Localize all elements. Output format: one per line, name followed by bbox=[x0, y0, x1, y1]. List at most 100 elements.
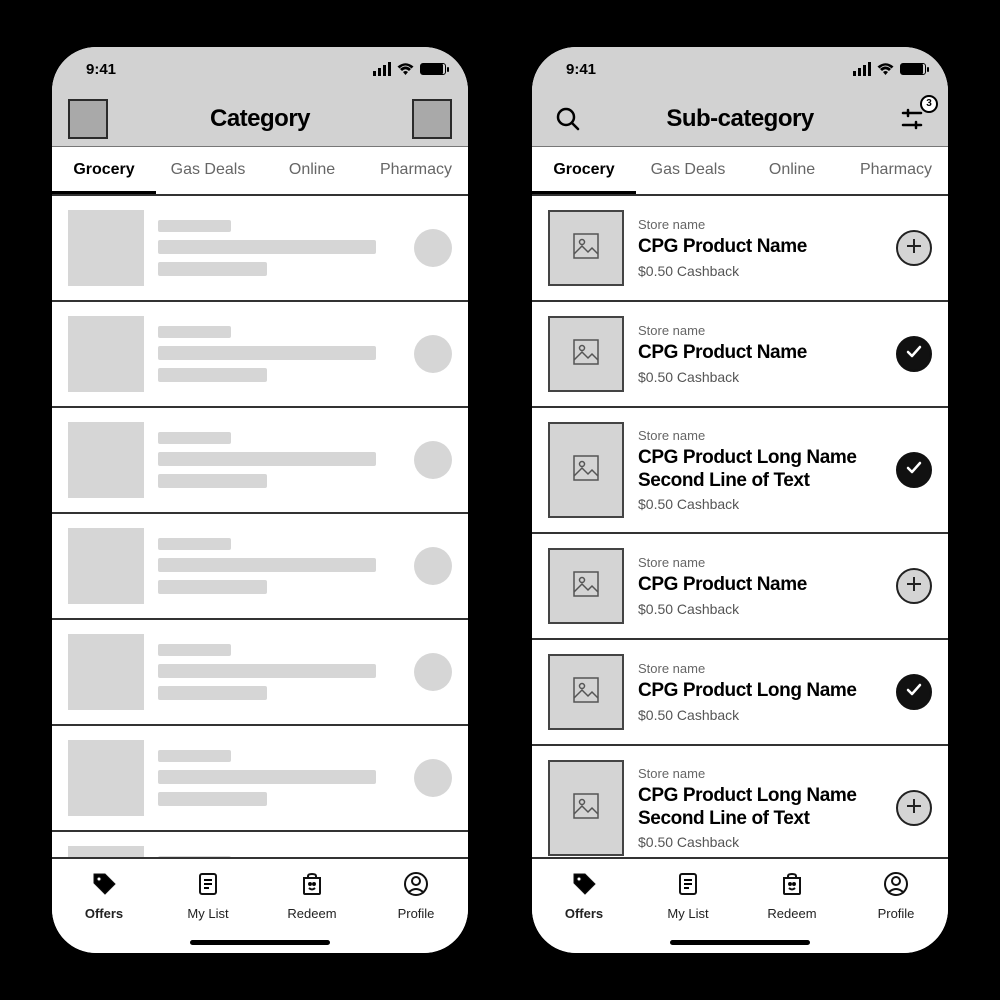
store-name: Store name bbox=[638, 661, 882, 676]
list-item[interactable] bbox=[52, 832, 468, 857]
product-name: CPG Product Long Name Second Line of Tex… bbox=[638, 447, 882, 493]
profile-icon bbox=[403, 871, 429, 900]
cashback-amount: $0.50 Cashback bbox=[638, 601, 882, 617]
plus-icon bbox=[905, 235, 923, 261]
phone-subcategory: 9:41 Sub-category 3 GroceryGas DealsOnli… bbox=[520, 35, 960, 965]
action-placeholder bbox=[414, 441, 452, 479]
list-item[interactable] bbox=[52, 726, 468, 832]
nav-right-placeholder[interactable] bbox=[412, 99, 452, 139]
plus-icon bbox=[905, 795, 923, 821]
bottom-nav-my-list[interactable]: My List bbox=[156, 859, 260, 953]
add-button[interactable] bbox=[896, 230, 932, 266]
filter-button[interactable]: 3 bbox=[892, 99, 932, 139]
status-bar: 9:41 bbox=[532, 47, 948, 91]
product-row[interactable]: Store nameCPG Product Long Name Second L… bbox=[532, 746, 948, 857]
mylist-icon bbox=[195, 871, 221, 900]
image-icon bbox=[572, 570, 600, 603]
cashback-amount: $0.50 Cashback bbox=[638, 834, 882, 850]
action-placeholder bbox=[414, 229, 452, 267]
add-button[interactable] bbox=[896, 790, 932, 826]
added-button[interactable] bbox=[896, 674, 932, 710]
action-placeholder bbox=[414, 653, 452, 691]
bottom-nav-label: Offers bbox=[85, 906, 123, 921]
plus-icon bbox=[905, 573, 923, 599]
image-icon bbox=[572, 338, 600, 371]
skeleton-list[interactable] bbox=[52, 196, 468, 857]
text-placeholder bbox=[158, 220, 400, 276]
product-info: Store nameCPG Product Name$0.50 Cashback bbox=[638, 323, 882, 385]
list-item[interactable] bbox=[52, 302, 468, 408]
battery-icon bbox=[900, 63, 926, 75]
status-bar: 9:41 bbox=[52, 47, 468, 91]
thumbnail-placeholder bbox=[68, 740, 144, 816]
bottom-nav-label: Redeem bbox=[767, 906, 816, 921]
bottom-nav-profile[interactable]: Profile bbox=[844, 859, 948, 953]
bottom-nav-label: Profile bbox=[878, 906, 915, 921]
product-image bbox=[548, 654, 624, 730]
product-name: CPG Product Name bbox=[638, 236, 882, 259]
bottom-nav-redeem[interactable]: Redeem bbox=[740, 859, 844, 953]
product-info: Store name CPG Product Long Name Second L… bbox=[638, 428, 882, 513]
tab-gas-deals[interactable]: Gas Deals bbox=[636, 147, 740, 194]
tab-pharmacy[interactable]: Pharmacy bbox=[364, 147, 468, 194]
product-row[interactable]: Store nameCPG Product Long Name$0.50 Cas… bbox=[532, 640, 948, 746]
tab-grocery[interactable]: Grocery bbox=[532, 147, 636, 194]
tab-grocery[interactable]: Grocery bbox=[52, 147, 156, 194]
text-placeholder bbox=[158, 644, 400, 700]
image-icon bbox=[572, 676, 600, 709]
store-name: Store name bbox=[638, 323, 882, 338]
bottom-nav-profile[interactable]: Profile bbox=[364, 859, 468, 953]
product-info: Store nameCPG Product Name$0.50 Cashback bbox=[638, 555, 882, 617]
list-item[interactable] bbox=[52, 514, 468, 620]
product-info: Store nameCPG Product Long Name Second L… bbox=[638, 766, 882, 851]
bottom-nav-my-list[interactable]: My List bbox=[636, 859, 740, 953]
check-icon bbox=[905, 457, 923, 483]
battery-icon bbox=[420, 63, 446, 75]
product-row[interactable]: Store nameCPG Product Name$0.50 Cashback bbox=[532, 302, 948, 408]
list-item[interactable] bbox=[52, 620, 468, 726]
profile-icon bbox=[883, 871, 909, 900]
added-button[interactable] bbox=[896, 452, 932, 488]
product-image bbox=[548, 422, 624, 518]
product-list[interactable]: Store nameCPG Product Name$0.50 Cashback… bbox=[532, 196, 948, 857]
product-info: Store nameCPG Product Long Name$0.50 Cas… bbox=[638, 661, 882, 723]
status-time: 9:41 bbox=[86, 61, 116, 78]
added-button[interactable] bbox=[896, 336, 932, 372]
product-name: CPG Product Long Name bbox=[638, 680, 882, 703]
wifi-icon bbox=[397, 63, 414, 76]
bottom-nav: Offers My List Redeem Profile bbox=[532, 857, 948, 953]
bottom-nav-offers[interactable]: Offers bbox=[532, 859, 636, 953]
check-icon bbox=[905, 679, 923, 705]
product-row[interactable]: Store name CPG Product Long Name Second L… bbox=[532, 408, 948, 534]
search-button[interactable] bbox=[548, 99, 588, 139]
list-item[interactable] bbox=[52, 196, 468, 302]
bottom-nav-label: Offers bbox=[565, 906, 603, 921]
tab-online[interactable]: Online bbox=[260, 147, 364, 194]
nav-left-placeholder[interactable] bbox=[68, 99, 108, 139]
add-button[interactable] bbox=[896, 568, 932, 604]
status-icons bbox=[373, 62, 446, 76]
image-icon bbox=[572, 454, 600, 487]
store-name: Store name bbox=[638, 555, 882, 570]
tab-gas-deals[interactable]: Gas Deals bbox=[156, 147, 260, 194]
tab-online[interactable]: Online bbox=[740, 147, 844, 194]
filter-badge: 3 bbox=[920, 95, 938, 113]
product-row[interactable]: Store nameCPG Product Name$0.50 Cashback bbox=[532, 196, 948, 302]
product-row[interactable]: Store nameCPG Product Name$0.50 Cashback bbox=[532, 534, 948, 640]
bottom-nav-label: My List bbox=[667, 906, 708, 921]
product-image bbox=[548, 548, 624, 624]
bottom-nav-redeem[interactable]: Redeem bbox=[260, 859, 364, 953]
text-placeholder bbox=[158, 432, 400, 488]
tab-pharmacy[interactable]: Pharmacy bbox=[844, 147, 948, 194]
thumbnail-placeholder bbox=[68, 210, 144, 286]
store-name: Store name bbox=[638, 428, 882, 443]
home-indicator[interactable] bbox=[670, 940, 810, 945]
thumbnail-placeholder bbox=[68, 846, 144, 857]
list-item[interactable] bbox=[52, 408, 468, 514]
thumbnail-placeholder bbox=[68, 528, 144, 604]
thumbnail-placeholder bbox=[68, 422, 144, 498]
text-placeholder bbox=[158, 326, 400, 382]
home-indicator[interactable] bbox=[190, 940, 330, 945]
page-title: Category bbox=[210, 105, 310, 133]
bottom-nav-offers[interactable]: Offers bbox=[52, 859, 156, 953]
